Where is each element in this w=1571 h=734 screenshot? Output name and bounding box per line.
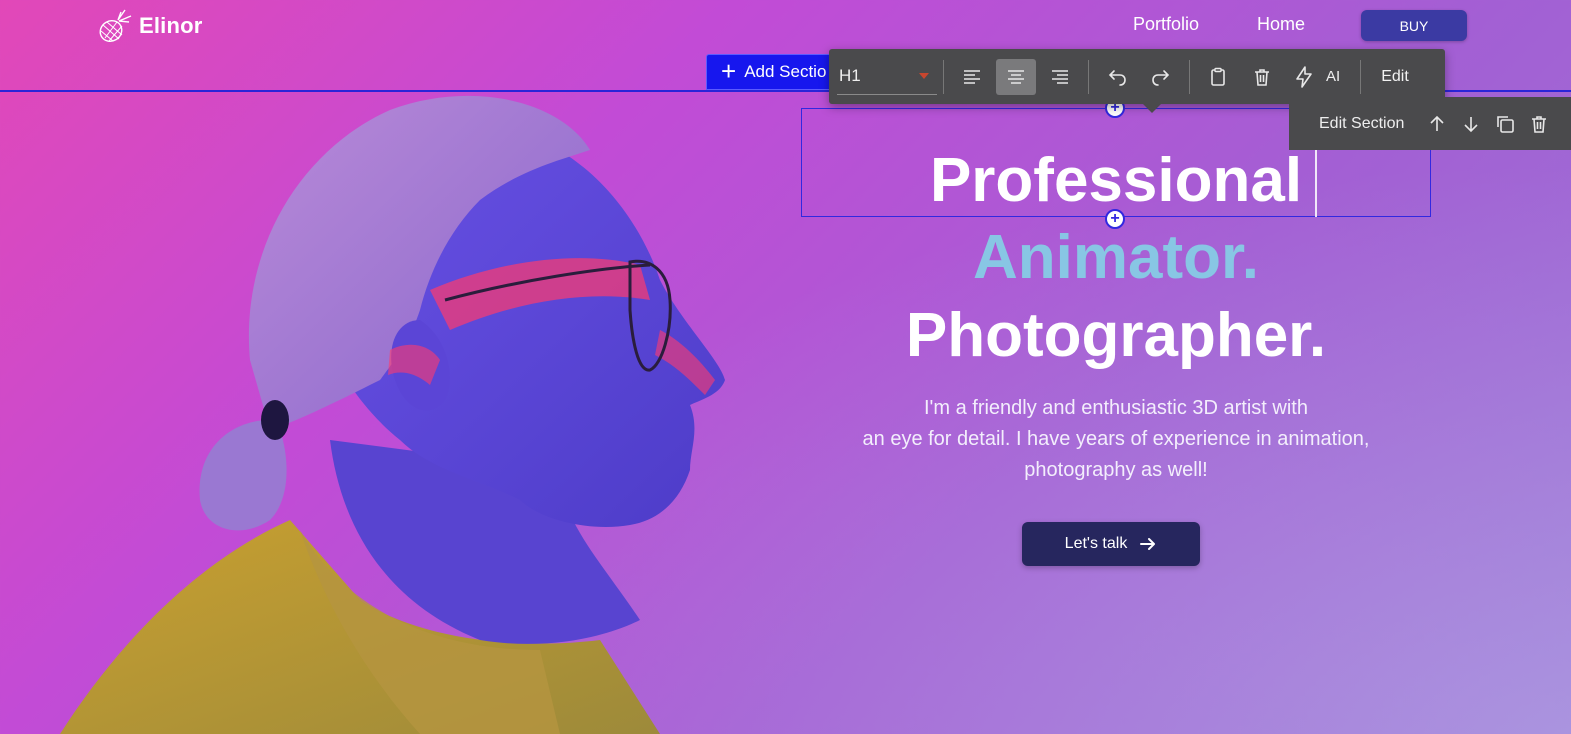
align-right-icon: [1052, 69, 1068, 84]
clipboard-icon: [1211, 67, 1225, 86]
hero-description-line: photography as well!: [1024, 459, 1208, 481]
trash-icon: [1532, 115, 1547, 133]
text-cursor: [1315, 150, 1317, 217]
redo-button[interactable]: [1141, 59, 1181, 95]
text-format-toolbar: H1 AI Edit: [829, 49, 1445, 113]
hero-title-line2[interactable]: Animator.: [800, 222, 1432, 293]
hero-portrait-image: [60, 95, 725, 734]
ai-label: AI: [1326, 68, 1341, 85]
clipboard-button[interactable]: [1198, 59, 1238, 95]
align-center-button[interactable]: [996, 58, 1036, 95]
hero-description-line: I'm a friendly and enthusiastic 3D artis…: [924, 397, 1308, 419]
plus-icon: +: [721, 56, 737, 86]
brand-logo[interactable]: Elinor: [97, 8, 203, 44]
hero-title-line3[interactable]: Photographer.: [800, 300, 1432, 371]
nav-home[interactable]: Home: [1257, 14, 1305, 35]
add-block-below-handle[interactable]: +: [1105, 209, 1125, 229]
hero-title-line1[interactable]: Professional: [800, 145, 1432, 216]
edit-section-label[interactable]: Edit Section: [1319, 115, 1404, 133]
brand-name: Elinor: [139, 13, 203, 38]
toolbar-divider: [943, 59, 944, 94]
undo-icon: [1108, 69, 1126, 86]
delete-section-button[interactable]: [1522, 107, 1556, 141]
ai-button[interactable]: AI: [1292, 65, 1340, 89]
add-section-label: Add Sectio: [744, 62, 827, 81]
edit-section-bar: Edit Section: [1289, 97, 1571, 150]
trash-icon: [1255, 68, 1269, 86]
buy-button[interactable]: BUY: [1361, 10, 1467, 41]
delete-block-button[interactable]: [1242, 59, 1282, 95]
align-right-button[interactable]: [1040, 59, 1080, 95]
align-center-icon: [1008, 69, 1024, 84]
arrow-up-icon: [1430, 115, 1444, 131]
arrow-down-icon: [1464, 116, 1478, 132]
toolbar-divider: [1360, 59, 1362, 94]
heading-tag-value: H1: [839, 66, 861, 85]
lets-talk-label: Let's talk: [1064, 535, 1128, 552]
duplicate-icon: [1497, 115, 1515, 133]
nav-portfolio[interactable]: Portfolio: [1133, 14, 1199, 35]
lets-talk-button[interactable]: Let's talk: [1022, 522, 1200, 566]
caret-down-icon: [919, 73, 929, 79]
add-section-button[interactable]: + Add Sectio: [706, 54, 836, 90]
align-left-icon: [964, 69, 980, 84]
pineapple-icon: [99, 9, 132, 42]
arrow-right-icon: [1140, 538, 1156, 550]
move-section-up-button[interactable]: [1420, 107, 1454, 141]
hero-description-line: an eye for detail. I have years of exper…: [862, 428, 1370, 450]
undo-button[interactable]: [1097, 59, 1137, 95]
toolbar-divider: [1088, 59, 1089, 94]
heading-tag-select[interactable]: H1: [837, 59, 937, 95]
duplicate-section-button[interactable]: [1488, 107, 1522, 141]
lightning-icon: [1296, 65, 1312, 88]
redo-icon: [1152, 69, 1170, 86]
move-section-down-button[interactable]: [1454, 107, 1488, 141]
align-left-button[interactable]: [952, 59, 992, 95]
toolbar-divider: [1189, 59, 1190, 94]
edit-button[interactable]: Edit: [1381, 68, 1409, 86]
